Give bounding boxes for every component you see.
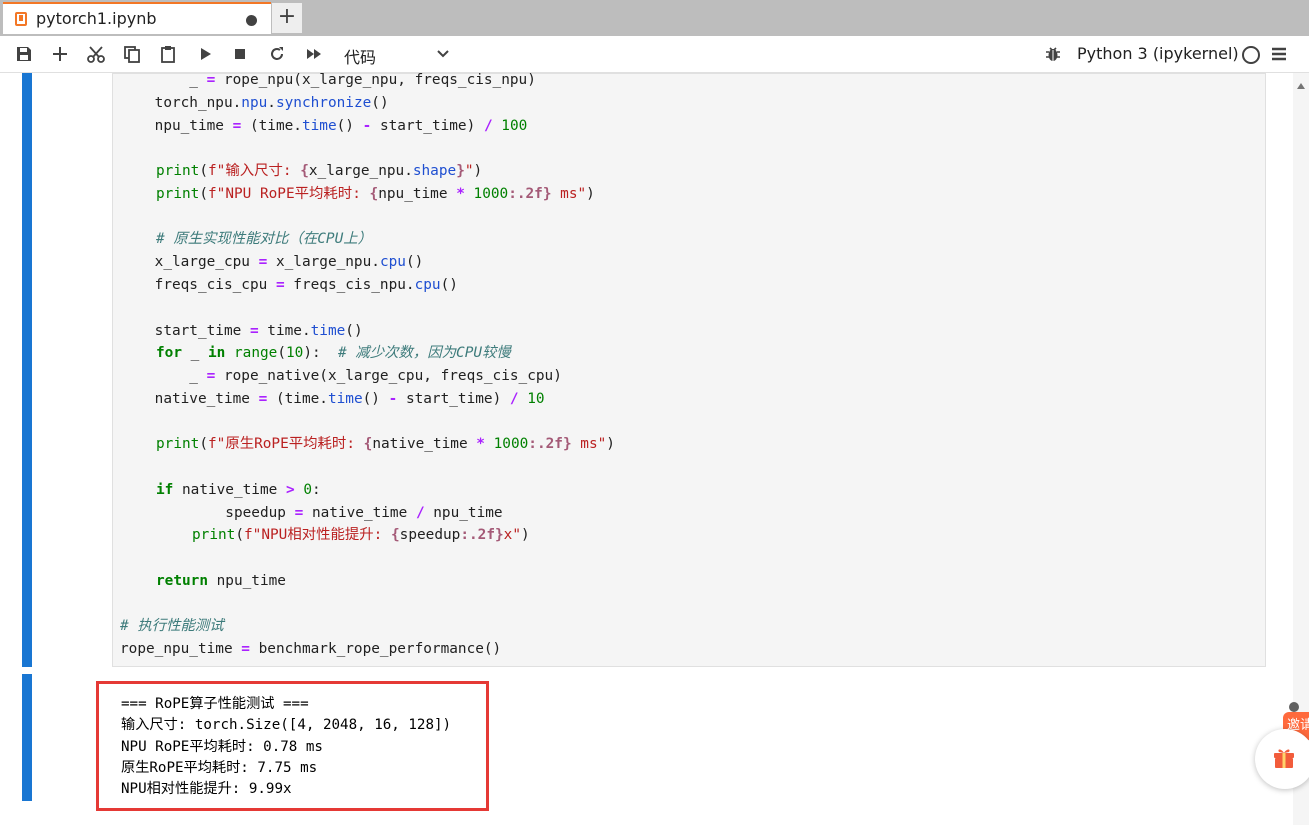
code-line: print(f"NPU相对性能提升: {speedup:.2f}x") — [192, 527, 530, 543]
kernel-idle-icon — [1242, 46, 1260, 64]
cell-type-select[interactable]: 代码 — [344, 44, 376, 68]
code-line: for _ in range(10): # 减少次数，因为CPU较慢 — [156, 345, 511, 361]
code-line: _ = rope_npu(x_large_npu, freqs_cis_npu) — [120, 72, 536, 88]
code-line: if native_time > 0: — [156, 482, 321, 498]
fast-forward-icon[interactable] — [303, 44, 325, 64]
output-line: 输入尺寸: torch.Size([4, 2048, 16, 128]) — [121, 717, 452, 733]
cut-icon[interactable] — [85, 44, 107, 64]
scroll-thumb[interactable] — [1289, 702, 1299, 712]
copy-icon[interactable] — [121, 44, 143, 64]
restart-icon[interactable] — [266, 44, 288, 64]
output-line: === RoPE算子性能测试 === — [121, 696, 309, 712]
code-line: return npu_time — [156, 573, 286, 589]
output-line: NPU相对性能提升: 9.99x — [121, 781, 292, 797]
scroll-up-icon[interactable] — [1297, 83, 1305, 89]
add-icon[interactable] — [49, 44, 71, 64]
menu-icon[interactable] — [1268, 44, 1290, 64]
bug-icon[interactable] — [1042, 44, 1064, 64]
code-line: print(f"输入尺寸: {x_large_npu.shape}") — [156, 163, 483, 179]
new-tab-button[interactable]: + — [272, 3, 302, 33]
code-line: start_time = time.time() — [120, 323, 363, 339]
save-icon[interactable] — [13, 44, 35, 64]
cell-collapser[interactable] — [22, 73, 32, 667]
notebook-toolbar: 代码 Python 3 (ipykernel) — [0, 36, 1309, 73]
tab-bar: pytorch1.ipynb + — [0, 0, 1309, 36]
code-line: rope_npu_time = benchmark_rope_performan… — [120, 641, 502, 657]
stop-icon[interactable] — [229, 44, 251, 64]
tab-title: pytorch1.ipynb — [36, 9, 157, 28]
paste-icon[interactable] — [157, 44, 179, 64]
run-icon[interactable] — [194, 44, 216, 64]
code-comment: # 执行性能测试 — [120, 618, 224, 634]
gift-button[interactable] — [1255, 729, 1309, 789]
chevron-down-icon[interactable] — [432, 44, 454, 64]
code-line: x_large_cpu = x_large_npu.cpu() — [120, 254, 424, 270]
output-collapser[interactable] — [22, 674, 32, 801]
gift-icon — [1274, 749, 1294, 768]
code-line: _ = rope_native(x_large_cpu, freqs_cis_c… — [120, 368, 562, 384]
notebook-tab[interactable]: pytorch1.ipynb — [3, 2, 271, 34]
code-line: freqs_cis_cpu = freqs_cis_npu.cpu() — [120, 277, 458, 293]
code-line: print(f"原生RoPE平均耗时: {native_time * 1000:… — [156, 436, 615, 452]
code-line: torch_npu.npu.synchronize() — [120, 95, 389, 111]
output-line: 原生RoPE平均耗时: 7.75 ms — [121, 760, 318, 776]
unsaved-indicator-icon[interactable] — [246, 15, 257, 26]
code-line: print(f"NPU RoPE平均耗时: {npu_time * 1000:.… — [156, 186, 595, 202]
code-line: speedup = native_time / npu_time — [156, 505, 503, 521]
code-line: native_time = (time.time() - start_time)… — [120, 391, 545, 407]
kernel-name[interactable]: Python 3 (ipykernel) — [1077, 44, 1239, 63]
output-line: NPU RoPE平均耗时: 0.78 ms — [121, 739, 323, 755]
code-comment: # 原生实现性能对比（在CPU上） — [156, 231, 373, 247]
notebook-file-icon — [15, 12, 27, 26]
code-line: npu_time = (time.time() - start_time) / … — [120, 118, 528, 134]
